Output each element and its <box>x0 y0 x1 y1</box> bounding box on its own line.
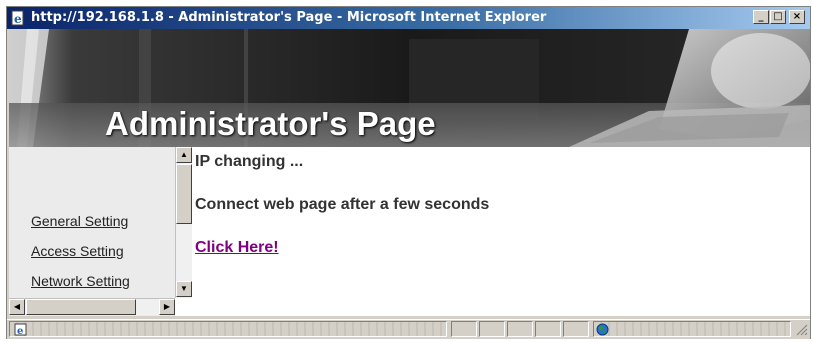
status-pane-1 <box>451 321 477 337</box>
nav-link-access-setting[interactable]: Access Setting <box>31 243 124 259</box>
main-content-frame: IP changing ... Connect web page after a… <box>192 147 810 316</box>
close-button[interactable]: × <box>789 10 805 24</box>
vertical-scrollbar[interactable]: ▲ ▼ <box>175 147 192 298</box>
status-message: IP changing ... <box>195 153 304 170</box>
nav-link-network-setting[interactable]: Network Setting <box>31 273 130 289</box>
scroll-down-arrow-icon[interactable]: ▼ <box>176 281 192 297</box>
ie-page-icon: e <box>11 10 24 26</box>
scrollbar-corner <box>175 298 192 316</box>
scroll-left-arrow-icon[interactable]: ◀ <box>9 299 25 315</box>
svg-text:e: e <box>17 326 23 336</box>
status-pane-3 <box>507 321 533 337</box>
maximize-button[interactable]: □ <box>770 10 786 24</box>
click-here-link[interactable]: Click Here! <box>195 239 279 257</box>
instruction-message: Connect web page after a few seconds <box>195 196 490 213</box>
browser-window: e http://192.168.1.8 - Administrator's P… <box>6 6 811 339</box>
title-bar[interactable]: e http://192.168.1.8 - Administrator's P… <box>7 7 810 29</box>
minimize-button[interactable]: _ <box>753 10 769 24</box>
header-banner: Administrator's Page <box>9 29 810 147</box>
status-text-pane: e <box>9 321 447 337</box>
status-pane-4 <box>535 321 561 337</box>
status-pane-5 <box>563 321 589 337</box>
page-loaded-icon: e <box>14 323 27 336</box>
vertical-scroll-thumb[interactable] <box>176 164 192 224</box>
svg-text:e: e <box>14 12 22 26</box>
horizontal-scroll-thumb[interactable] <box>26 299 136 315</box>
page-banner-title: Administrator's Page <box>105 105 436 142</box>
security-zone-pane <box>593 321 791 337</box>
scroll-up-arrow-icon[interactable]: ▲ <box>176 147 192 163</box>
resize-grip-icon[interactable] <box>795 323 808 336</box>
status-pane-2 <box>479 321 505 337</box>
status-bar: e <box>7 319 810 339</box>
navigation-frame: General Setting Access Setting Network S… <box>9 147 192 316</box>
horizontal-scrollbar[interactable]: ◀ ▶ <box>9 298 175 315</box>
window-title: http://192.168.1.8 - Administrator's Pag… <box>31 10 547 25</box>
nav-link-general-setting[interactable]: General Setting <box>31 213 128 229</box>
internet-globe-icon <box>596 323 609 336</box>
scroll-right-arrow-icon[interactable]: ▶ <box>159 299 175 315</box>
